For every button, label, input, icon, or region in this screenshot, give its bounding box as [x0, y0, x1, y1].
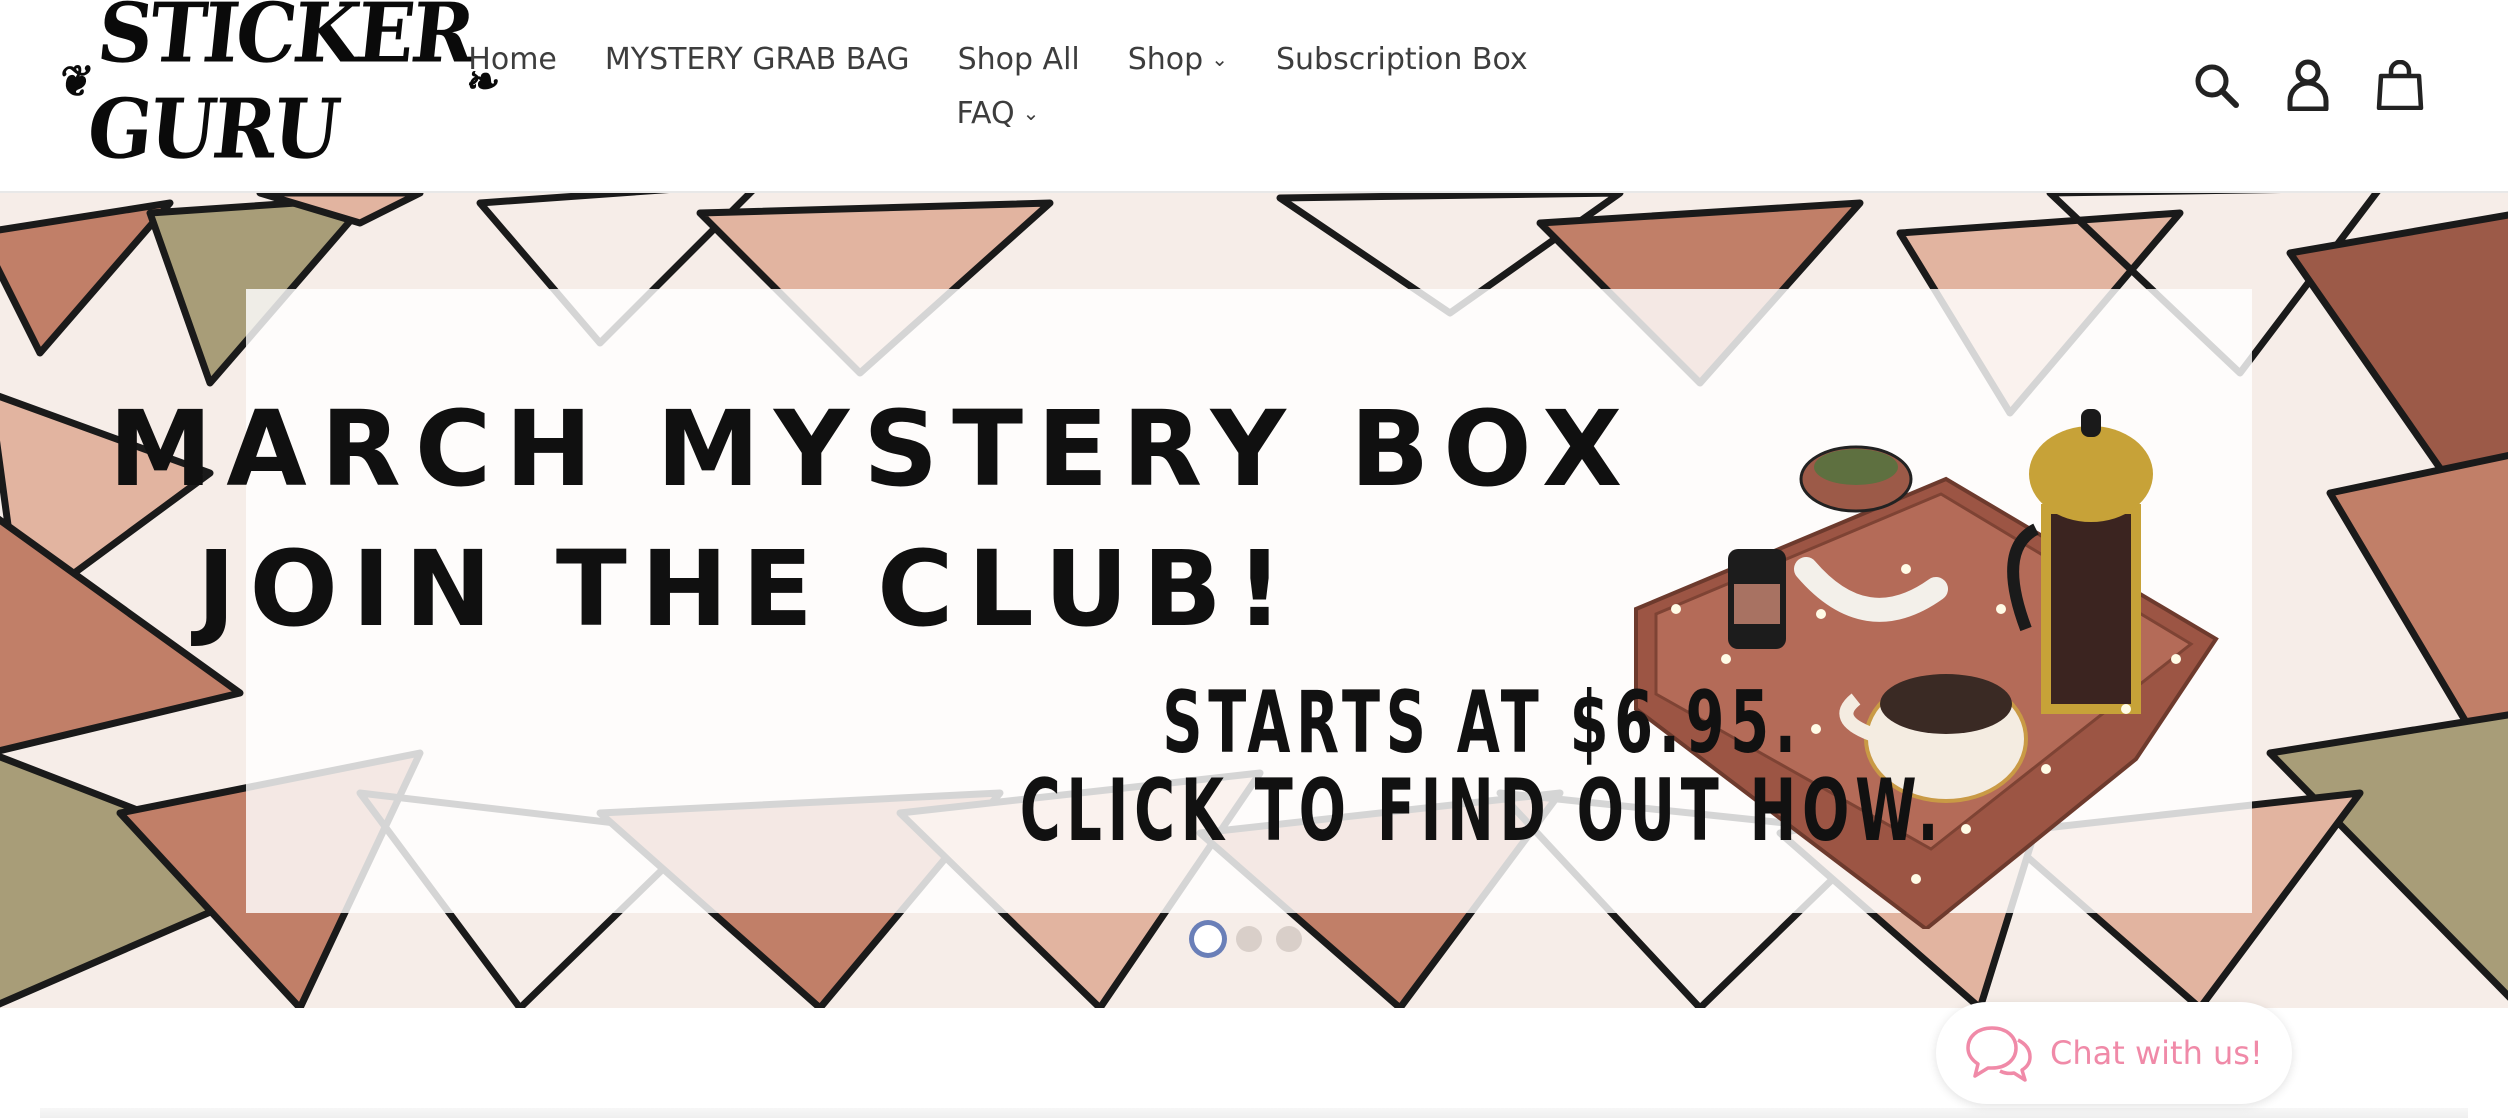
- hero-title-line1[interactable]: MARCH MYSTERY BOX: [0, 388, 1745, 510]
- nav-faq-dropdown[interactable]: FAQ ⌄: [957, 92, 1040, 138]
- hero-title-line2-text: JOIN THE CLUB!: [196, 528, 1298, 650]
- hero-subtitle-line2[interactable]: CLICK TO FIND OUT HOW.: [769, 761, 2195, 861]
- chevron-down-icon: ⌄: [1211, 47, 1228, 71]
- nav-faq-label: FAQ: [956, 96, 1015, 131]
- chat-widget-label: Chat with us!: [2050, 1034, 2263, 1072]
- main-nav-row-1: Home MYSTERY GRAB BAG Shop All Shop ⌄ Sub…: [0, 38, 2252, 84]
- nav-mystery-grab-bag[interactable]: MYSTERY GRAB BAG: [605, 38, 910, 84]
- search-icon[interactable]: [2192, 55, 2240, 115]
- chat-widget-button[interactable]: Chat with us!: [1936, 1002, 2292, 1104]
- slideshow-pagination: [1194, 925, 1302, 953]
- hero-title-line2[interactable]: JOIN THE CLUB!: [0, 528, 2220, 650]
- nav-shop-label: Shop: [1127, 42, 1204, 77]
- main-nav-row-2: FAQ ⌄: [0, 92, 2252, 138]
- hero-subtitle-line1[interactable]: STARTS AT $6.95.: [769, 673, 2195, 773]
- slide-dot-1[interactable]: [1194, 925, 1222, 953]
- cart-icon[interactable]: [2376, 55, 2424, 115]
- slide-dot-2[interactable]: [1236, 926, 1262, 952]
- nav-shop-dropdown[interactable]: Shop ⌄: [1128, 38, 1228, 84]
- nav-shop-all[interactable]: Shop All: [958, 38, 1080, 84]
- site-header: ❦ STICKER GURU ❧ Home MYSTERY GRAB BAG S…: [0, 0, 2508, 193]
- slide-dot-3[interactable]: [1276, 926, 1302, 952]
- account-icon[interactable]: [2284, 55, 2332, 115]
- nav-subscription-box[interactable]: Subscription Box: [1276, 38, 1528, 84]
- nav-home[interactable]: Home: [468, 38, 557, 84]
- chat-bubbles-icon: [1966, 1026, 2032, 1082]
- logo-text: STICKER GURU: [83, 0, 477, 178]
- header-icons: [2192, 55, 2424, 115]
- chevron-down-icon: ⌄: [1022, 101, 1040, 125]
- content-section-edge: [40, 1108, 2468, 1118]
- hero-slideshow[interactable]: MARCH MYSTERY BOX JOIN THE CLUB! STARTS …: [0, 193, 2508, 1008]
